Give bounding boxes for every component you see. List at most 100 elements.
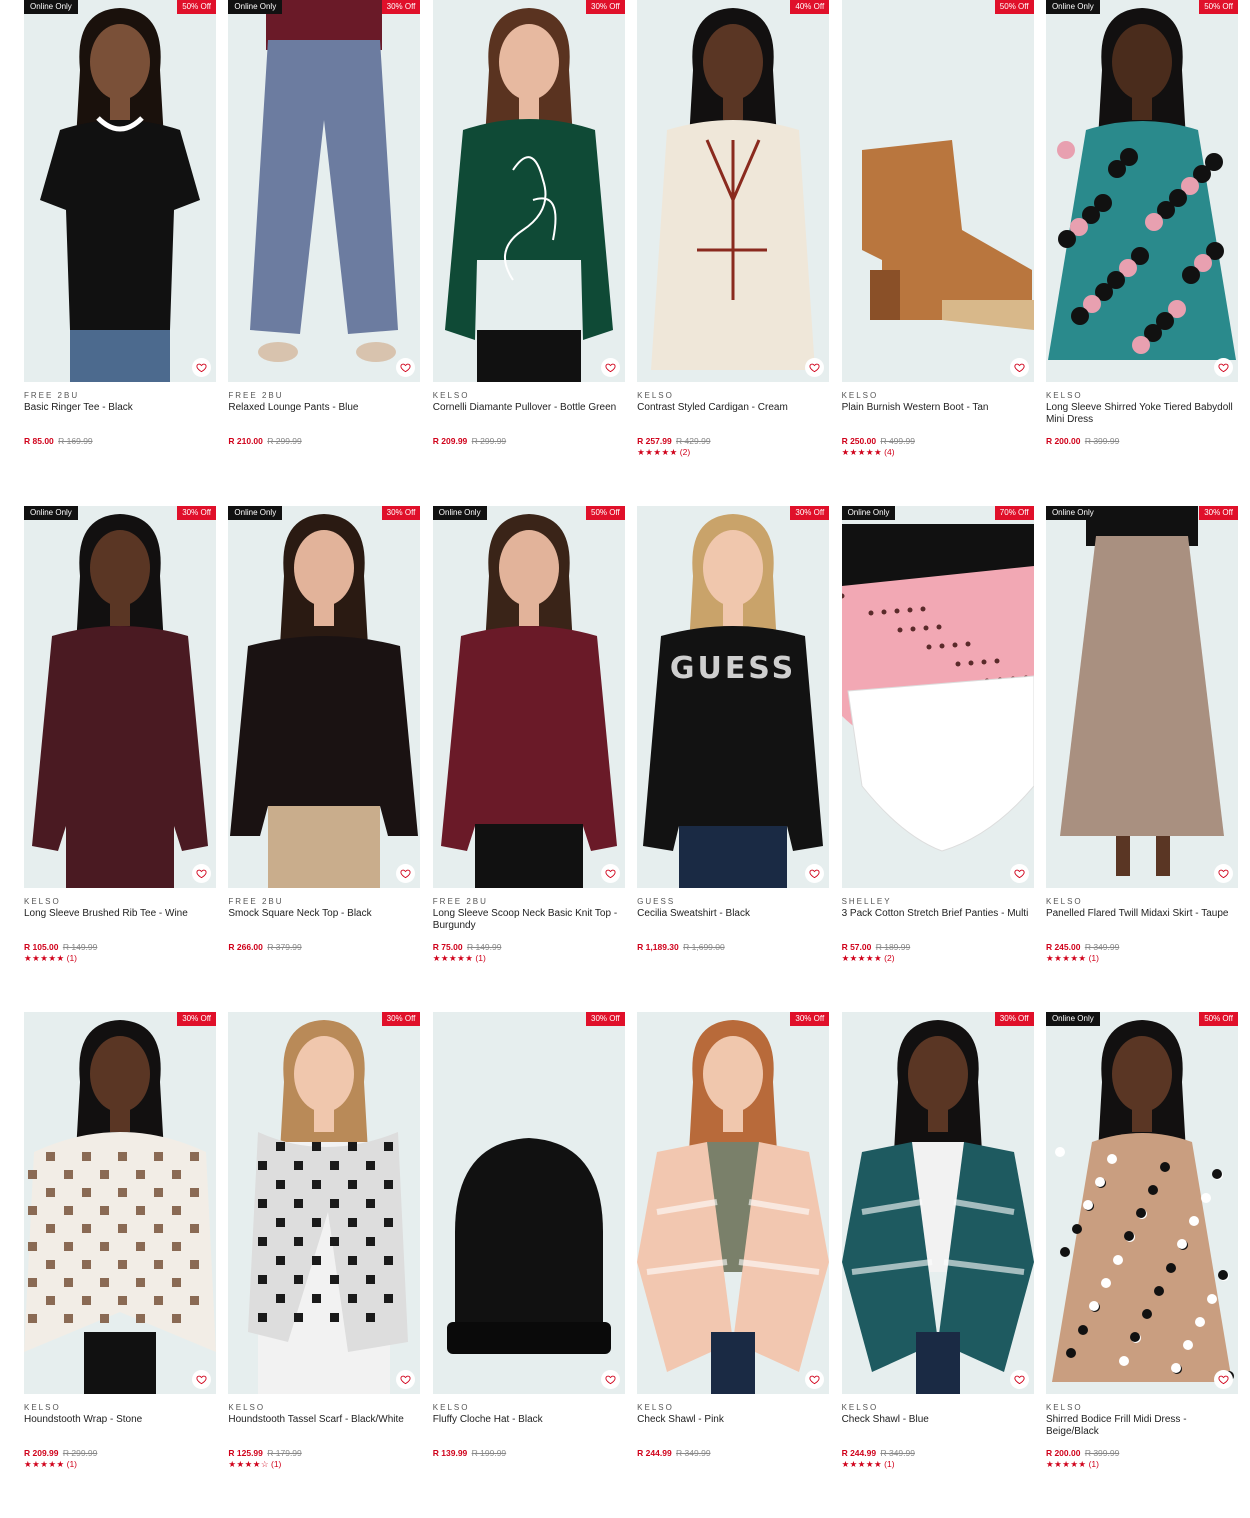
wishlist-button[interactable] (192, 864, 211, 883)
product-card[interactable]: Online Only 70% Off SHELLEY 3 Pack Cotto… (841, 506, 1034, 1012)
product-image[interactable]: 30% Off (228, 1012, 421, 1394)
price-row: R 200.00 R 399.99 (1046, 1448, 1238, 1459)
heart-icon (1218, 363, 1229, 373)
product-card[interactable]: 30% Off KELSO Fluffy Cloche Hat - Black … (432, 1012, 625, 1518)
product-card[interactable]: GUESS 30% Off GUESS Cecilia Sweatshirt -… (637, 506, 830, 1012)
product-name[interactable]: Shirred Bodice Frill Midi Dress - Beige/… (1046, 1414, 1238, 1448)
product-name[interactable]: Houndstooth Wrap - Stone (24, 1414, 216, 1448)
product-name[interactable]: Basic Ringer Tee - Black (24, 402, 216, 436)
product-brand: KELSO (637, 391, 674, 400)
product-card[interactable]: 30% Off KELSO Houndstooth Tassel Scarf -… (228, 1012, 421, 1518)
product-name[interactable]: Check Shawl - Blue (842, 1414, 1034, 1448)
product-name[interactable]: Long Sleeve Shirred Yoke Tiered Babydoll… (1046, 402, 1238, 436)
product-card[interactable]: 30% Off KELSO Cornelli Diamante Pullover… (432, 0, 625, 506)
rating: ★★★★★ (2) (842, 953, 1034, 965)
wishlist-button[interactable] (192, 1370, 211, 1389)
product-image[interactable]: Online Only 70% Off (841, 506, 1034, 888)
product-name[interactable]: 3 Pack Cotton Stretch Brief Panties - Mu… (842, 908, 1034, 942)
product-photo (841, 506, 1034, 888)
product-name[interactable]: Panelled Flared Twill Midaxi Skirt - Tau… (1046, 908, 1238, 942)
wishlist-button[interactable] (1009, 864, 1029, 883)
product-brand: KELSO (637, 1403, 674, 1412)
review-count[interactable]: (2) (884, 953, 894, 963)
review-count[interactable]: (1) (475, 953, 485, 963)
product-card[interactable]: Online Only 50% Off FREE 2BU Basic Ringe… (24, 0, 216, 506)
product-name[interactable]: Long Sleeve Scoop Neck Basic Knit Top - … (433, 908, 625, 942)
product-name[interactable]: Plain Burnish Western Boot - Tan (842, 402, 1034, 436)
product-brand: KELSO (1045, 391, 1083, 400)
review-count[interactable]: (1) (271, 1459, 281, 1469)
product-image[interactable]: 30% Off (24, 1012, 216, 1394)
product-name[interactable]: Fluffy Cloche Hat - Black (433, 1414, 625, 1448)
heart-icon (809, 363, 820, 373)
product-image[interactable]: Online Only 30% Off (24, 506, 216, 888)
product-image[interactable]: Online Only 50% Off (432, 506, 625, 888)
discount-badge: 50% Off (1199, 1012, 1238, 1026)
heart-icon (400, 363, 411, 373)
product-card[interactable]: 40% Off KELSO Contrast Styled Cardigan -… (637, 0, 830, 506)
product-image[interactable]: 30% Off (841, 1012, 1034, 1394)
product-image[interactable]: Online Only 50% Off (1045, 1012, 1238, 1394)
wishlist-button[interactable] (1009, 358, 1029, 377)
review-count[interactable]: (1) (67, 953, 77, 963)
product-card[interactable]: 30% Off KELSO Houndstooth Wrap - Stone R… (24, 1012, 216, 1518)
product-card[interactable]: 30% Off KELSO Check Shawl - Pink R 244.9… (637, 1012, 830, 1518)
rating: ★★★★★ (1) (24, 953, 216, 965)
product-name[interactable]: Smock Square Neck Top - Black (228, 908, 420, 942)
review-count[interactable]: (1) (67, 1459, 77, 1469)
original-price: R 149.99 (466, 942, 502, 952)
product-card[interactable]: 50% Off KELSO Plain Burnish Western Boot… (841, 0, 1034, 506)
product-name[interactable]: Cecilia Sweatshirt - Black (637, 908, 829, 942)
product-image[interactable]: GUESS 30% Off (637, 506, 830, 888)
wishlist-button[interactable] (600, 358, 620, 377)
rating-stars: ★★★★★ (841, 953, 883, 963)
product-card[interactable]: Online Only 50% Off KELSO Shirred Bodice… (1045, 1012, 1238, 1518)
rating (228, 447, 420, 459)
product-card[interactable]: Online Only 50% Off KELSO Long Sleeve Sh… (1045, 0, 1238, 506)
product-image[interactable]: 40% Off (637, 0, 830, 382)
product-image[interactable]: Online Only 30% Off (228, 506, 421, 888)
product-name[interactable]: Check Shawl - Pink (637, 1414, 829, 1448)
product-image[interactable]: Online Only 50% Off (24, 0, 216, 382)
product-image[interactable]: 50% Off (841, 0, 1034, 382)
wishlist-button[interactable] (1009, 1370, 1029, 1389)
discount-badge: 40% Off (790, 0, 830, 14)
product-name[interactable]: Houndstooth Tassel Scarf - Black/White (228, 1414, 420, 1448)
review-count[interactable]: (1) (884, 1459, 894, 1469)
product-card[interactable]: Online Only 50% Off FREE 2BU Long Sleeve… (432, 506, 625, 1012)
product-card[interactable]: Online Only 30% Off FREE 2BU Smock Squar… (228, 506, 421, 1012)
original-price: R 349.99 (1084, 942, 1120, 952)
product-card[interactable]: Online Only 30% Off KELSO Long Sleeve Br… (24, 506, 216, 1012)
product-image[interactable]: 30% Off (432, 0, 625, 382)
product-brand: KELSO (432, 391, 470, 400)
heart-icon (605, 869, 616, 879)
product-image[interactable]: 30% Off (637, 1012, 830, 1394)
product-name[interactable]: Cornelli Diamante Pullover - Bottle Gree… (433, 402, 625, 436)
product-image[interactable]: Online Only 30% Off (1045, 506, 1238, 888)
product-image[interactable]: Online Only 30% Off (228, 0, 421, 382)
product-name[interactable]: Contrast Styled Cardigan - Cream (637, 402, 829, 436)
wishlist-button[interactable] (192, 358, 211, 377)
product-brand: FREE 2BU (228, 391, 284, 400)
wishlist-button[interactable] (600, 1370, 620, 1389)
wishlist-button[interactable] (1213, 358, 1233, 377)
original-price: R 299.99 (267, 436, 302, 446)
online-only-badge: Online Only (228, 506, 283, 520)
product-image[interactable]: Online Only 50% Off (1045, 0, 1238, 382)
wishlist-button[interactable] (1213, 1370, 1233, 1389)
wishlist-button[interactable] (1213, 864, 1233, 883)
review-count[interactable]: (1) (1089, 1459, 1099, 1469)
product-card[interactable]: Online Only 30% Off KELSO Panelled Flare… (1045, 506, 1238, 1012)
product-card[interactable]: 30% Off KELSO Check Shawl - Blue R 244.9… (841, 1012, 1034, 1518)
review-count[interactable]: (2) (680, 447, 690, 457)
review-count[interactable]: (1) (1089, 953, 1099, 963)
product-name[interactable]: Relaxed Lounge Pants - Blue (228, 402, 420, 436)
price-row: R 210.00 R 299.99 (228, 436, 420, 447)
product-image[interactable]: 30% Off (432, 1012, 625, 1394)
review-count[interactable]: (4) (884, 447, 894, 457)
wishlist-button[interactable] (600, 864, 620, 883)
discount-badge: 50% Off (177, 0, 216, 14)
product-card[interactable]: Online Only 30% Off FREE 2BU Relaxed Lou… (228, 0, 421, 506)
rating-stars: ★★★★★ (841, 447, 883, 457)
product-name[interactable]: Long Sleeve Brushed Rib Tee - Wine (24, 908, 216, 942)
